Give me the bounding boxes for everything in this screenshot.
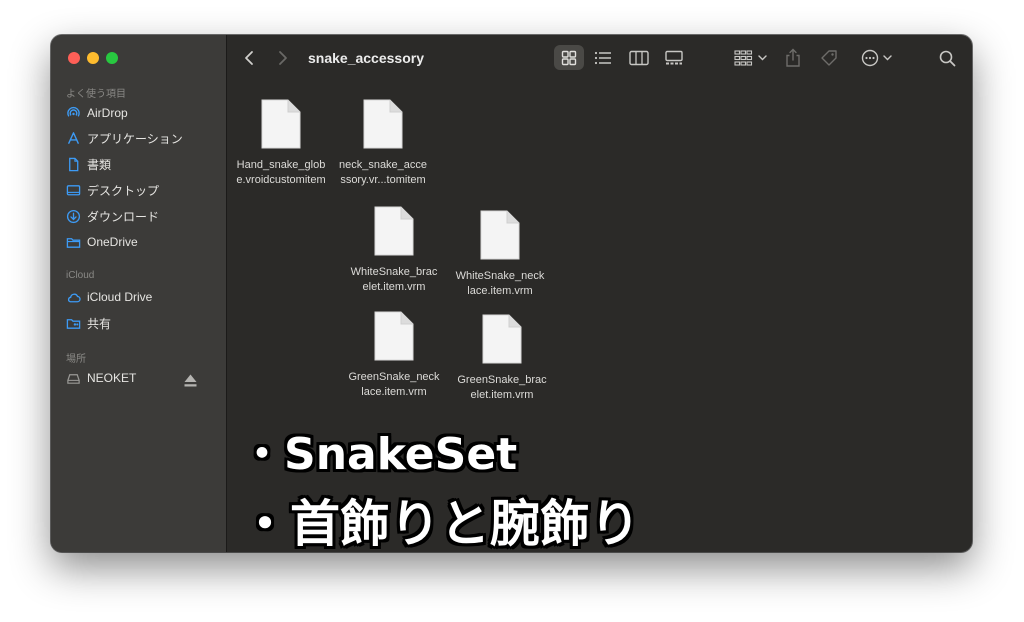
- locations-section-label: 場所: [66, 354, 86, 365]
- file-name: GreenSnake_brac elet.item.vrm: [457, 374, 547, 401]
- sidebar-item-label: iCloud Drive: [87, 290, 153, 304]
- columns-icon: [629, 50, 649, 66]
- search-button[interactable]: [937, 48, 957, 68]
- sidebar-item-airdrop[interactable]: AirDrop: [66, 102, 216, 124]
- folder-icon: [66, 237, 81, 248]
- grid-icon: [561, 50, 577, 66]
- icloud-section-label: iCloud: [66, 270, 95, 281]
- sidebar-item-label: AirDrop: [87, 106, 128, 120]
- file-item[interactable]: WhiteSnake_brac elet.item.vrm: [339, 205, 449, 295]
- caption-line-2: ・首飾りと腕飾り: [240, 495, 640, 553]
- applications-icon: [68, 131, 79, 144]
- sidebar-item-icloud-drive[interactable]: iCloud Drive: [66, 286, 216, 308]
- airdrop-icon: [67, 106, 80, 117]
- zoom-button[interactable]: [106, 52, 118, 64]
- window-controls: [68, 52, 118, 64]
- download-icon: [66, 209, 81, 223]
- tag-icon: [821, 50, 837, 66]
- file-item[interactable]: neck_snake_acce ssory.vr...tomitem: [328, 98, 438, 188]
- file-name: GreenSnake_neck lace.item.vrm: [348, 371, 440, 398]
- tag-button[interactable]: [819, 48, 839, 68]
- sidebar-item-label: OneDrive: [87, 235, 138, 249]
- sidebar-item-applications[interactable]: アプリケーション: [66, 127, 216, 149]
- more-actions-button[interactable]: [858, 48, 894, 68]
- search-icon: [939, 50, 955, 66]
- document-file-icon: [482, 314, 522, 364]
- forward-button[interactable]: [275, 49, 291, 67]
- sidebar-item-label: 共有: [87, 316, 112, 331]
- toolbar: snake_accessory: [227, 35, 972, 83]
- caption-line-1: ・SnakeSet: [240, 429, 518, 480]
- share-button[interactable]: [784, 47, 802, 69]
- group-button[interactable]: [732, 49, 768, 67]
- sidebar-item-label: ダウンロード: [87, 209, 160, 224]
- favorites-section-label: よく使う項目: [66, 89, 126, 100]
- file-item[interactable]: WhiteSnake_neck lace.item.vrm: [445, 209, 555, 299]
- chevron-right-icon: [279, 51, 287, 65]
- desktop-icon: [66, 184, 81, 195]
- ellipsis-circle-icon: [861, 49, 878, 67]
- document-icon: [69, 157, 79, 171]
- sidebar-item-label: NEOKET: [87, 371, 137, 385]
- list-icon: [594, 51, 611, 65]
- group-grid-icon: [733, 50, 752, 66]
- file-item[interactable]: GreenSnake_neck lace.item.vrm: [339, 310, 449, 400]
- file-name: neck_snake_acce ssory.vr...tomitem: [338, 159, 428, 186]
- document-file-icon: [363, 99, 403, 149]
- sidebar: よく使う項目 AirDrop アプリケーション 書類 デスクトップ ダウンロード…: [51, 35, 227, 552]
- file-name: WhiteSnake_neck lace.item.vrm: [455, 270, 545, 297]
- cloud-icon: [67, 293, 81, 302]
- column-view-button[interactable]: [628, 49, 650, 67]
- eject-icon[interactable]: [183, 373, 198, 388]
- gallery-view-button[interactable]: [663, 49, 685, 67]
- drive-icon: [67, 373, 80, 384]
- document-file-icon: [374, 311, 414, 361]
- share-icon: [786, 48, 800, 67]
- shared-folder-icon: [66, 318, 81, 329]
- chevron-down-icon: [882, 55, 892, 61]
- sidebar-item-documents[interactable]: 書類: [66, 153, 216, 175]
- document-file-icon: [480, 210, 520, 260]
- sidebar-item-label: 書類: [87, 157, 112, 172]
- document-file-icon: [374, 206, 414, 256]
- sidebar-item-label: アプリケーション: [87, 131, 183, 146]
- file-name: WhiteSnake_brac elet.item.vrm: [350, 266, 438, 293]
- file-item[interactable]: Hand_snake_glob e.vroidcustomitem: [226, 98, 336, 188]
- sidebar-item-label: デスクトップ: [87, 183, 160, 198]
- chevron-left-icon: [245, 51, 253, 65]
- icon-view-button[interactable]: [559, 49, 579, 67]
- minimize-button[interactable]: [87, 52, 99, 64]
- close-button[interactable]: [68, 52, 80, 64]
- sidebar-item-onedrive[interactable]: OneDrive: [66, 231, 216, 253]
- gallery-icon: [665, 50, 683, 65]
- list-view-button[interactable]: [593, 49, 613, 67]
- back-button[interactable]: [241, 49, 257, 67]
- sidebar-item-neoket[interactable]: NEOKET: [66, 367, 216, 389]
- file-item[interactable]: GreenSnake_brac elet.item.vrm: [447, 313, 557, 403]
- document-file-icon: [261, 99, 301, 149]
- chevron-down-icon: [757, 55, 767, 61]
- sidebar-item-downloads[interactable]: ダウンロード: [66, 205, 216, 227]
- file-name: Hand_snake_glob e.vroidcustomitem: [236, 159, 326, 186]
- window-title: snake_accessory: [308, 50, 424, 66]
- sidebar-item-shared[interactable]: 共有: [66, 312, 216, 334]
- sidebar-item-desktop[interactable]: デスクトップ: [66, 179, 216, 201]
